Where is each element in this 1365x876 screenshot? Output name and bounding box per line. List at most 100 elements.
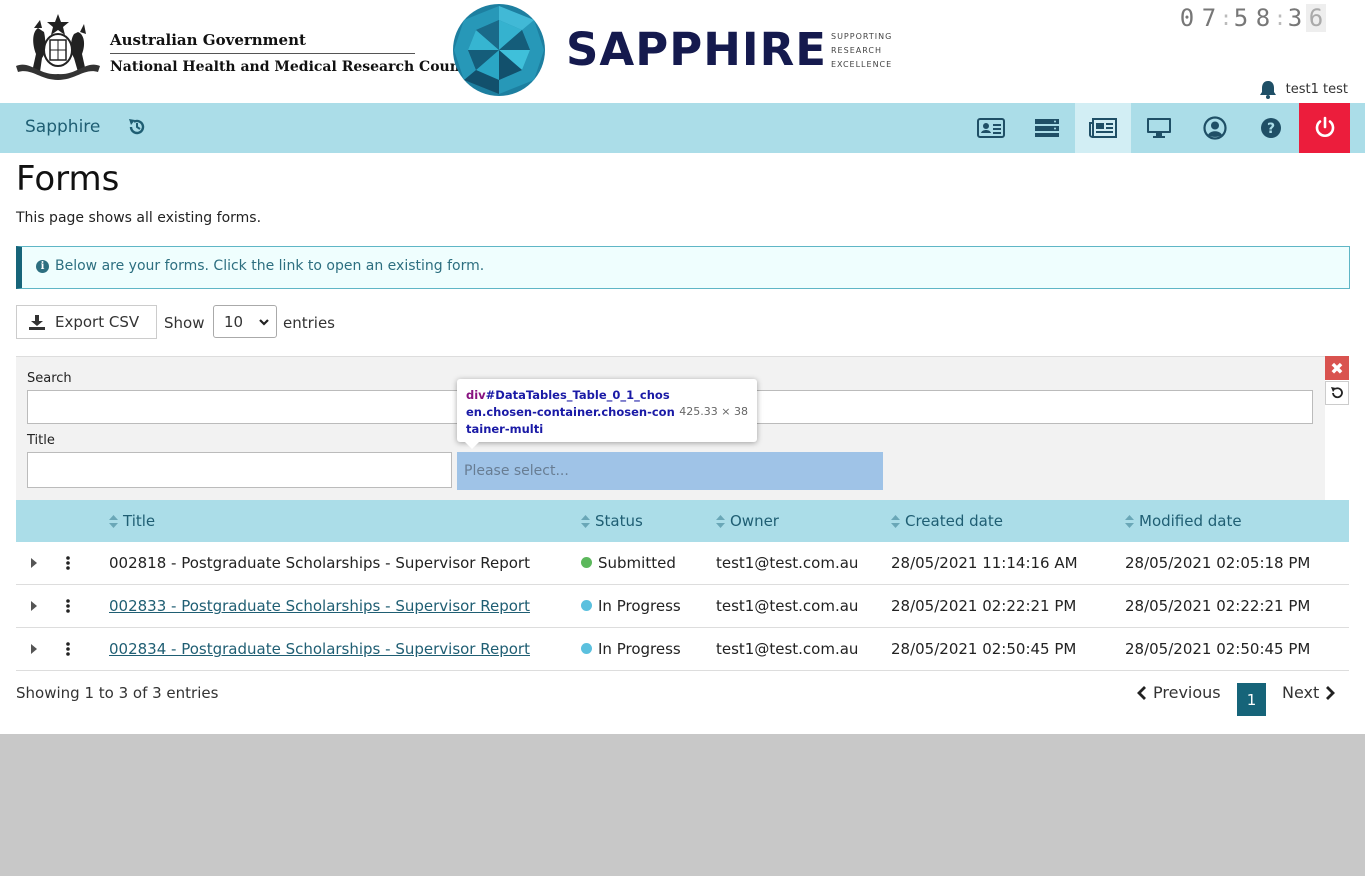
column-header-label: Title (123, 512, 156, 530)
nav-contact-card[interactable] (963, 103, 1019, 153)
column-header-label: Created date (905, 512, 1003, 530)
status-dot (581, 557, 592, 568)
bell-icon[interactable] (1259, 80, 1277, 99)
table-info: Showing 1 to 3 of 3 entries (16, 684, 219, 702)
form-created-date: 28/05/2021 02:50:45 PM (891, 640, 1077, 658)
tagline-line: RESEARCH (831, 46, 882, 55)
title-filter-input[interactable] (27, 452, 452, 488)
form-modified-date: 28/05/2021 02:22:21 PM (1125, 597, 1311, 615)
kebab-menu-icon[interactable] (66, 642, 70, 656)
sort-icon (581, 514, 590, 528)
caret-right-icon[interactable] (31, 601, 37, 611)
clock-digit: 8 (1255, 4, 1271, 32)
session-timer: 0 7 : 5 8 : 3 6 (1176, 4, 1326, 32)
devtools-element-tooltip: div#DataTables_Table_0_1_chosen.chosen-c… (457, 379, 757, 449)
caret-right-icon[interactable] (31, 644, 37, 654)
user-menu[interactable]: test1 test (1259, 80, 1348, 99)
form-status: In Progress (581, 640, 681, 658)
form-status: Submitted (581, 554, 676, 572)
page-subtitle: This page shows all existing forms. (16, 210, 262, 226)
page: Australian Government National Health an… (0, 0, 1365, 734)
server-icon (1035, 119, 1059, 137)
table-row: 002833 - Postgraduate Scholarships - Sup… (16, 585, 1349, 628)
top-nav: Sapphire ? (0, 103, 1365, 153)
column-header-status[interactable]: Status (581, 512, 643, 530)
clock-digit: 3 (1287, 4, 1303, 32)
show-label: Show (164, 314, 205, 332)
next-label: Next (1282, 683, 1320, 702)
user-name[interactable]: test1 test (1286, 82, 1348, 97)
clear-filters-button[interactable]: ✖ (1325, 356, 1349, 380)
next-page-button[interactable]: Next (1282, 683, 1336, 702)
nav-forms[interactable] (1075, 103, 1131, 153)
column-header-modified[interactable]: Modified date (1125, 512, 1242, 530)
reset-filters-button[interactable] (1325, 381, 1349, 405)
export-csv-button[interactable]: Export CSV (16, 305, 157, 339)
form-modified-date: 28/05/2021 02:50:45 PM (1125, 640, 1311, 658)
nav-help[interactable]: ? (1243, 103, 1299, 153)
form-created-date: 28/05/2021 02:22:21 PM (891, 597, 1077, 615)
brand-tagline: SUPPORTING RESEARCH EXCELLENCE (831, 30, 892, 72)
brand-wordmark: SAPPHIRE (566, 23, 827, 76)
column-header-created[interactable]: Created date (891, 512, 1003, 530)
entries-label: entries (283, 314, 335, 332)
sapphire-gem-icon (453, 4, 545, 96)
table-row: 002818 - Postgraduate Scholarships - Sup… (16, 542, 1349, 585)
status-text: Submitted (598, 554, 676, 572)
caret-right-icon[interactable] (31, 558, 37, 568)
info-alert: i Below are your forms. Click the link t… (16, 246, 1350, 289)
column-header-label: Status (595, 512, 643, 530)
history-icon[interactable] (127, 117, 147, 137)
page-title: Forms (16, 159, 120, 199)
undo-icon (1331, 387, 1343, 399)
nav-servers[interactable] (1019, 103, 1075, 153)
column-header-title[interactable]: Title (109, 512, 155, 530)
tooltip-selector-text: #DataTables_Table_0_1_chosen.chosen-cont… (466, 388, 675, 436)
status-text: In Progress (598, 597, 681, 615)
previous-page-button[interactable]: Previous (1137, 683, 1221, 702)
page-1-button[interactable]: 1 (1237, 683, 1266, 716)
form-status: In Progress (581, 597, 681, 615)
logout-button[interactable] (1299, 103, 1350, 153)
column-header-label: Modified date (1139, 512, 1242, 530)
status-dot (581, 600, 592, 611)
column-header-owner[interactable]: Owner (716, 512, 779, 530)
form-title-link[interactable]: 002833 - Postgraduate Scholarships - Sup… (109, 597, 530, 615)
status-filter-placeholder: Please select... (464, 463, 569, 479)
sort-icon (1125, 514, 1134, 528)
download-icon (29, 314, 45, 330)
tooltip-arrow (465, 442, 479, 449)
alert-content: i Below are your forms. Click the link t… (36, 258, 484, 274)
table-row: 002834 - Postgraduate Scholarships - Sup… (16, 628, 1349, 671)
form-title-link[interactable]: 002834 - Postgraduate Scholarships - Sup… (109, 640, 530, 658)
sort-icon (109, 514, 118, 528)
close-icon: ✖ (1330, 358, 1344, 378)
column-header-label: Owner (730, 512, 779, 530)
form-created-date: 28/05/2021 11:14:16 AM (891, 554, 1078, 572)
previous-label: Previous (1153, 683, 1221, 702)
sort-icon (716, 514, 725, 528)
tooltip-tag: div (466, 388, 486, 402)
entries-value: 10 (224, 312, 244, 331)
kebab-menu-icon[interactable] (66, 556, 70, 570)
status-filter-select[interactable]: Please select... (457, 452, 883, 490)
export-csv-label: Export CSV (55, 313, 140, 331)
clock-separator: : (1274, 6, 1287, 30)
nav-icon-group: ? (963, 103, 1350, 153)
entries-per-page-select[interactable]: 10 (213, 305, 277, 338)
gov-line2: National Health and Medical Research Cou… (110, 59, 480, 75)
sort-icon (891, 514, 900, 528)
tagline-line: SUPPORTING (831, 32, 893, 41)
nav-brand-link[interactable]: Sapphire (25, 117, 100, 137)
gov-divider (110, 53, 415, 54)
chevron-left-icon (1137, 685, 1146, 700)
kebab-menu-icon[interactable] (66, 599, 70, 613)
nav-display[interactable] (1131, 103, 1187, 153)
government-wordmark: Australian Government National Health an… (110, 30, 479, 76)
clock-digit: 6 (1306, 4, 1326, 32)
info-icon: i (36, 259, 49, 273)
power-icon (1315, 116, 1334, 137)
form-owner: test1@test.com.au (716, 640, 859, 658)
nav-profile[interactable] (1187, 103, 1243, 153)
form-title: 002818 - Postgraduate Scholarships - Sup… (109, 554, 530, 572)
